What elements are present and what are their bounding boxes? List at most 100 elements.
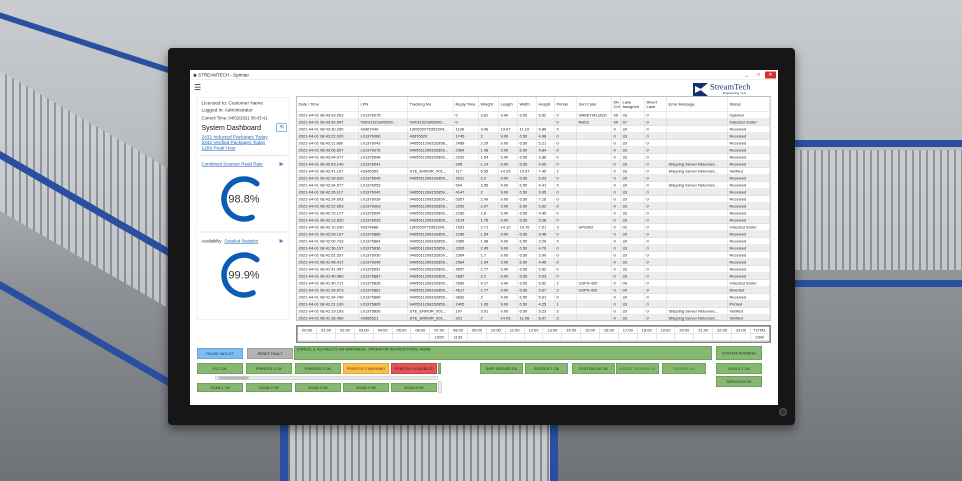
power-button[interactable] bbox=[779, 408, 787, 416]
table-cell bbox=[666, 132, 728, 140]
table-row[interactable]: 2021-04-01 08:41:19.193 L01375836 STE_ERRO… bbox=[296, 307, 770, 315]
minimize-button[interactable]: _ bbox=[741, 72, 752, 79]
table-cell: 2589 bbox=[453, 279, 479, 287]
table-row[interactable]: 2021-04-01 08:42:34.577 L01376053 504 3.55 9… bbox=[296, 181, 770, 189]
table-row[interactable]: 2021-04-01 08:42:22.653 L01376063 94055112… bbox=[296, 202, 770, 210]
table-row[interactable]: 2021-04-01 08:41:21.100 L01375895 94055112… bbox=[296, 300, 770, 308]
table-row[interactable]: 2021-04-01 08:42:09.137 L01375889 94055112… bbox=[296, 230, 770, 238]
table-row[interactable]: 2021-04-01 08:43:30.290 43367049 1ZR205V75… bbox=[296, 125, 770, 133]
column-header[interactable]: Height bbox=[536, 96, 555, 112]
logo-flag-icon bbox=[693, 83, 708, 96]
table-row[interactable]: 2021-04-01 08:43:04.077 L01376048 94055112… bbox=[296, 153, 770, 161]
refresh-icon[interactable]: ⟲ bbox=[276, 123, 287, 132]
table-row[interactable]: 2021-04-01 08:42:00.733 L01375864 94055112… bbox=[296, 237, 770, 245]
table-row[interactable]: 2021-04-01 08:43:06.897 L01376076 94055112… bbox=[296, 146, 770, 154]
table-row[interactable]: 2021-04-01 08:42:39.620 L01376045 94055112… bbox=[296, 174, 770, 182]
table-cell: 33 bbox=[620, 160, 645, 168]
table-row[interactable]: 2021-04-01 08:41:34.740 L01375886 94055112… bbox=[296, 293, 770, 301]
table-cell: 0 bbox=[644, 244, 667, 252]
vertical-scrollbar[interactable] bbox=[438, 381, 442, 393]
conveyor-frame bbox=[280, 425, 288, 481]
close-button[interactable]: ✕ bbox=[765, 71, 776, 79]
table-cell: L01376043 bbox=[358, 139, 408, 147]
table-cell bbox=[666, 195, 728, 203]
table-cell: 0 bbox=[611, 279, 621, 287]
column-header[interactable]: Error Message bbox=[666, 96, 728, 112]
table-row[interactable]: 2021-04-01 08:42:41.167 43345353 STE_ERROR… bbox=[296, 167, 770, 175]
table-cell: 9.00 bbox=[498, 251, 518, 259]
hour-count: 2342 bbox=[750, 333, 770, 341]
column-header[interactable]: Width bbox=[517, 96, 537, 112]
table-row[interactable]: 2021-04-01 08:42:24.693 L01376039 94055112… bbox=[296, 195, 770, 203]
table-row[interactable]: 2021-04-01 08:42:13.620 L01376033 94055112… bbox=[296, 216, 770, 224]
table-cell: 6.50 bbox=[517, 209, 537, 217]
logged-in-text: Logged in: Administrator bbox=[201, 107, 253, 114]
play-icon[interactable]: ▶ bbox=[280, 161, 284, 167]
table-cell: 2292 bbox=[453, 153, 479, 161]
table-cell: 0 bbox=[554, 139, 577, 147]
table-cell: 33 bbox=[620, 272, 645, 280]
table-row[interactable]: 2021-04-01 08:42:15.177 L01376054 94055112… bbox=[296, 209, 770, 217]
table-cell: 1.98 bbox=[478, 237, 499, 245]
table-cell: 3.91 bbox=[478, 307, 499, 315]
hamburger-menu-icon[interactable]: ☰ bbox=[194, 84, 201, 92]
scanner-read-rate-link[interactable]: Combined Scanner Read Rate bbox=[202, 162, 263, 167]
table-row[interactable]: 2021-04-01 08:42:26.117 L01376042 94055112… bbox=[296, 188, 770, 196]
column-header[interactable]: Sort Code bbox=[576, 96, 612, 112]
status-indicator bbox=[438, 363, 441, 374]
table-row[interactable]: 2021-04-01 08:42:43.140 L01376041 206 1.14 9… bbox=[296, 160, 770, 168]
table-cell: 0 bbox=[644, 174, 667, 182]
maximize-button[interactable]: □ bbox=[753, 72, 764, 79]
hour-label: 23:00 bbox=[731, 326, 751, 334]
column-header[interactable]: Reply Time bbox=[453, 96, 479, 112]
table-cell: 4657 bbox=[453, 265, 479, 273]
table-cell: 0 bbox=[554, 272, 577, 280]
column-header[interactable]: Weight bbox=[478, 96, 499, 112]
detailed-statistics-link[interactable]: Detailed Statistics bbox=[225, 239, 259, 244]
table-row[interactable]: 2021-04-01 08:43:22.020 L01376066 43376520… bbox=[296, 132, 770, 140]
table-row[interactable]: 2021-04-01 08:41:48.417 L01376046 94055112… bbox=[296, 258, 770, 266]
column-header[interactable]: Tracking No. bbox=[407, 96, 454, 112]
table-row[interactable]: 2021-04-01 08:41:16.450 43366521 STE_ERROR… bbox=[296, 314, 770, 321]
table-cell: 504 bbox=[453, 181, 479, 189]
peak-hour-link[interactable]: 1209 Peak Hour bbox=[202, 146, 236, 152]
table-row[interactable]: 2021-04-01 08:41:34.973 L01375861 94055112… bbox=[296, 286, 770, 294]
table-cell: Received bbox=[727, 216, 770, 224]
column-header[interactable]: Printer bbox=[554, 96, 577, 112]
column-header[interactable]: Div Cnt bbox=[611, 96, 621, 112]
hour-count bbox=[561, 333, 581, 341]
table-cell: 2021-04-01 08:42:15.177 bbox=[296, 209, 359, 217]
table-row[interactable]: 2021-04-01 08:43:43.053 L01376075 0 3.81 9.0… bbox=[296, 111, 770, 119]
table-row[interactable]: 2021-04-01 08:42:10.930 43374688 1ZR205V75… bbox=[296, 223, 770, 231]
table-cell bbox=[666, 118, 728, 126]
column-header[interactable]: Divert Lane bbox=[644, 96, 667, 112]
table-cell bbox=[576, 258, 612, 266]
column-header[interactable]: Status bbox=[727, 96, 770, 112]
column-header[interactable]: Lane Assigned bbox=[620, 96, 645, 112]
table-cell: STE_ERROR_001... bbox=[407, 307, 454, 315]
table-cell: 33 bbox=[620, 244, 645, 252]
table-cell: 33 bbox=[620, 202, 645, 210]
play-icon[interactable]: ▶ bbox=[280, 238, 284, 244]
hour-label: 03:00 bbox=[354, 326, 374, 334]
table-row[interactable]: 2021-04-01 08:41:51.537 L01376030 94055112… bbox=[296, 251, 770, 259]
column-header[interactable]: LPN bbox=[358, 96, 408, 112]
table-row[interactable]: 2021-04-01 08:43:11.880 L01376043 94055112… bbox=[296, 139, 770, 147]
table-row[interactable]: 2021-04-01 08:41:40.980 L01375887 94055112… bbox=[296, 272, 770, 280]
table-cell: 9 bbox=[644, 286, 667, 294]
table-cell: 6.89 bbox=[536, 125, 555, 133]
table-row[interactable]: 2021-04-01 08:41:41.457 L01376051 94055112… bbox=[296, 265, 770, 273]
reset-fault-button[interactable]: RESET FAULT bbox=[247, 348, 293, 359]
hour-count bbox=[542, 333, 563, 341]
column-header[interactable]: Length bbox=[498, 96, 518, 112]
table-row[interactable]: 2021-04-01 08:43:42.547 %0011521842000...… bbox=[296, 118, 770, 126]
table-cell: 0 bbox=[554, 293, 577, 301]
table-row[interactable]: 2021-04-01 08:41:56.197 L01375836 94055112… bbox=[296, 244, 770, 252]
hour-label: 07:00 bbox=[429, 326, 449, 334]
pause-induct-button[interactable]: PAUSE INDUCT bbox=[197, 348, 243, 359]
column-header[interactable]: Date / Time bbox=[296, 96, 359, 112]
table-row[interactable]: 2021-04-01 08:41:40.717 L01375835 94055112… bbox=[296, 279, 770, 287]
horizontal-scrollbar[interactable] bbox=[215, 376, 438, 380]
conveyor-rollers bbox=[795, 150, 962, 270]
table-cell: 33 bbox=[620, 230, 645, 238]
